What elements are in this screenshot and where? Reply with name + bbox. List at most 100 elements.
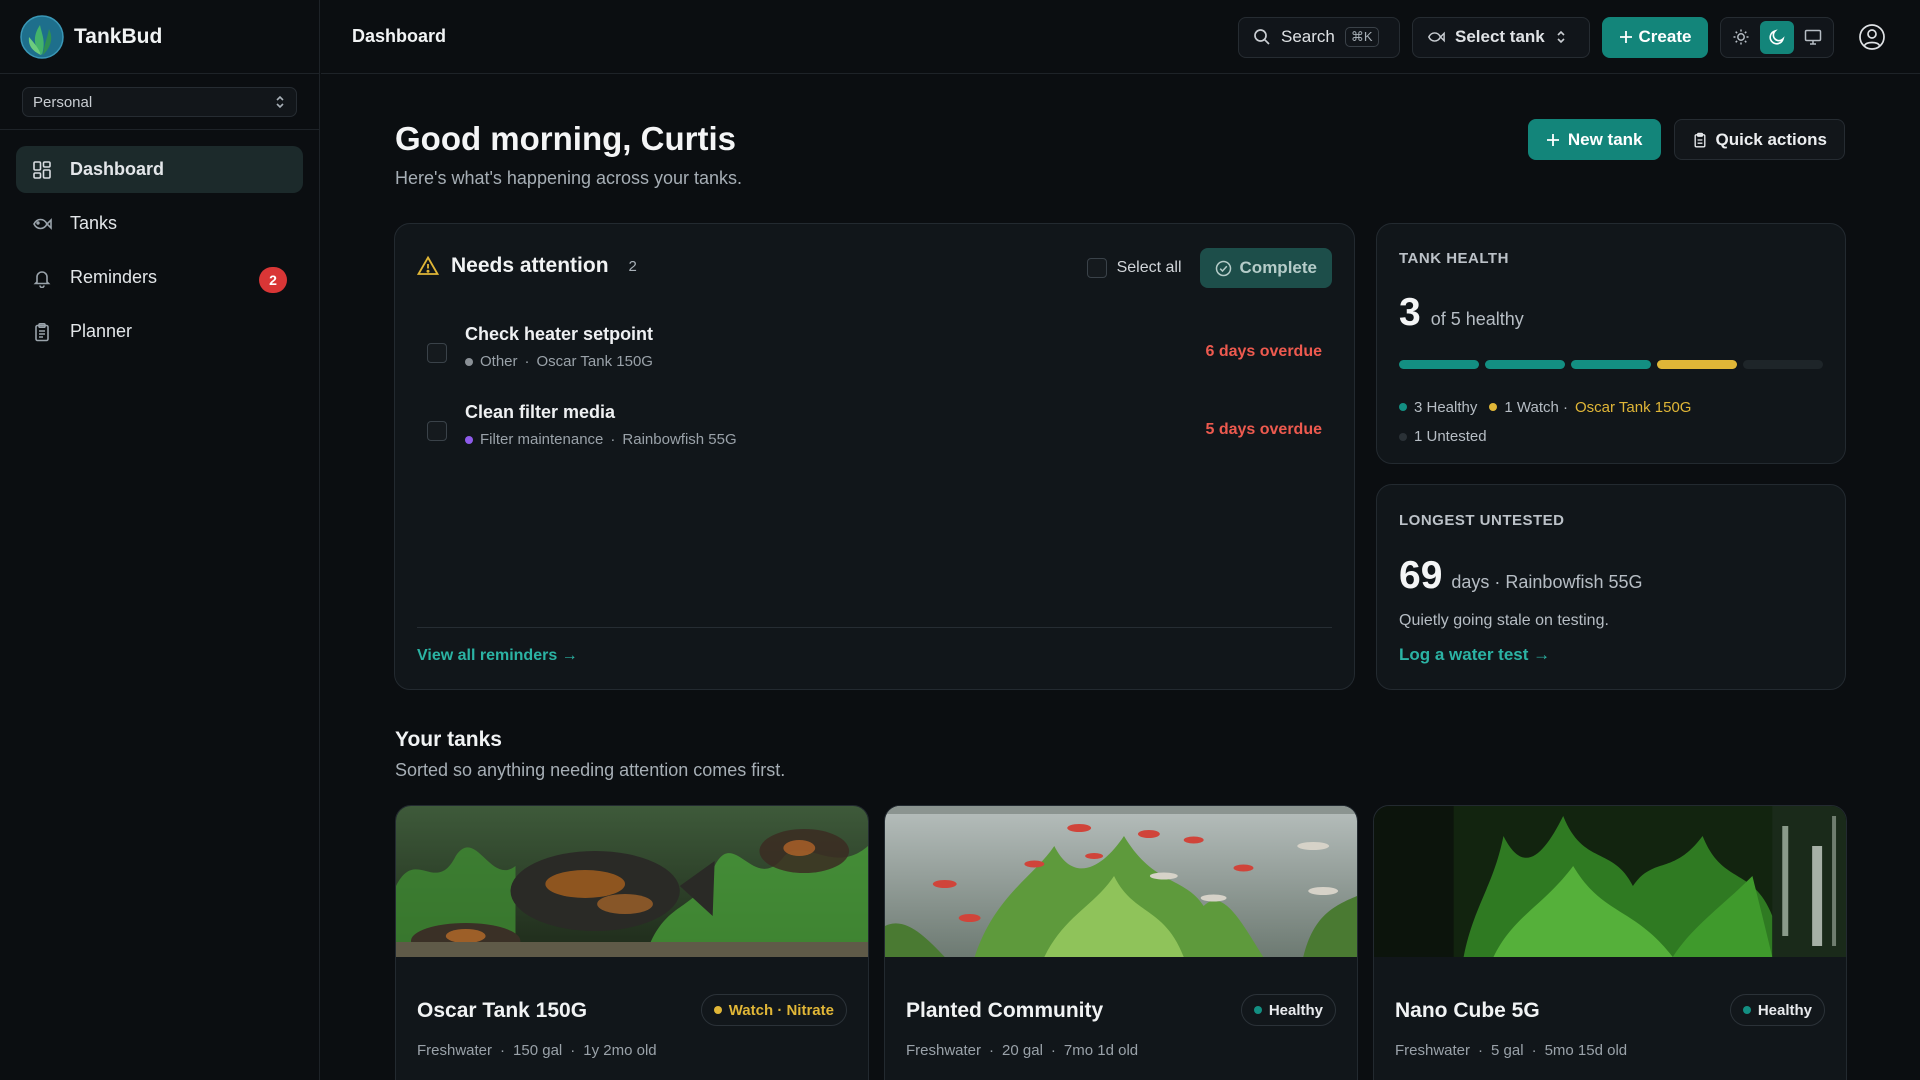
- tank-select[interactable]: Select tank: [1412, 16, 1590, 58]
- tankbud-logo-icon: [20, 14, 64, 59]
- dashboard-icon: [33, 160, 51, 179]
- reminder-due: 5 days overdue: [1205, 421, 1323, 438]
- tank-status: Healthy: [1757, 1001, 1812, 1019]
- reminder-due: 6 days overdue: [1205, 343, 1323, 360]
- log-water-test-link[interactable]: Log a water test →: [1399, 645, 1550, 665]
- category-dot: [465, 357, 473, 366]
- search-icon: [1254, 29, 1270, 45]
- tank-photo: [396, 806, 868, 957]
- legend-watch: 1 Watch ·: [1504, 398, 1569, 416]
- reminder-meta: Other · Oscar Tank 150G: [465, 353, 653, 370]
- healthy-count: 3: [1399, 291, 1421, 334]
- watch-dot: [1489, 403, 1498, 411]
- tank-status-badge: Watch · Nitrate: [700, 994, 847, 1026]
- tank-age: 1y 2mo old: [583, 1042, 657, 1059]
- moon-icon: [1769, 29, 1785, 45]
- clipboard-icon: [1694, 132, 1705, 147]
- longest-untested-card: Longest untested 69 days · Rainbowfish 5…: [1376, 484, 1846, 690]
- reminder-meta: Filter maintenance · Rainbowfish 55G: [465, 431, 737, 448]
- tank-status: Healthy: [1268, 1001, 1323, 1019]
- tank-age: 5mo 15d old: [1544, 1042, 1628, 1059]
- quick-actions-label: Quick actions: [1715, 129, 1827, 149]
- healthy-dot: [1399, 403, 1407, 411]
- reminder-checkbox[interactable]: [427, 343, 447, 363]
- check-circle-icon: [1215, 260, 1231, 276]
- your-tanks-title: Your tanks: [395, 728, 502, 751]
- view-all-reminders-link[interactable]: View all reminders →: [417, 647, 578, 665]
- account-button[interactable]: [1852, 17, 1892, 57]
- sidebar-item-label: Reminders: [70, 267, 158, 287]
- theme-dark-button[interactable]: [1760, 20, 1794, 54]
- plus-icon: [1546, 133, 1559, 146]
- search-button[interactable]: Search ⌘K: [1238, 16, 1400, 58]
- select-all-toggle[interactable]: Select all: [1086, 258, 1182, 278]
- sidebar-item-tanks[interactable]: Tanks: [16, 200, 303, 247]
- theme-system-button[interactable]: [1796, 21, 1830, 54]
- sidebar-item-dashboard[interactable]: Dashboard: [16, 146, 303, 193]
- watch-tank-link[interactable]: Oscar Tank 150G: [1575, 393, 1691, 422]
- health-segment-healthy: [1399, 360, 1479, 369]
- tank-name: Nano Cube 5G: [1395, 999, 1540, 1022]
- clipboard-icon: [35, 322, 49, 341]
- theme-switcher: [1720, 16, 1834, 58]
- sidebar: TankBud Personal Dashboard Tanks Reminde…: [0, 0, 320, 1080]
- untested-detail: days · Rainbowfish 55G: [1451, 572, 1643, 592]
- category-dot: [465, 435, 473, 444]
- health-segment-untested: [1743, 360, 1823, 369]
- create-label: Create: [1638, 27, 1692, 46]
- tank-status: Watch · Nitrate: [728, 1001, 834, 1019]
- reminder-row[interactable]: Check heater setpoint Other · Oscar Tank…: [427, 324, 1322, 384]
- search-shortcut: ⌘K: [1344, 27, 1379, 47]
- chevron-updown-icon: [1557, 30, 1565, 44]
- reminder-tank: Oscar Tank 150G: [536, 353, 653, 370]
- select-all-label: Select all: [1116, 259, 1182, 276]
- reminder-row[interactable]: Clean filter media Filter maintenance · …: [427, 402, 1322, 462]
- monitor-icon: [1804, 29, 1822, 45]
- sidebar-item-reminders[interactable]: Reminders 2: [16, 254, 303, 301]
- health-bar: [1399, 360, 1823, 369]
- healthy-of-total: of 5 healthy: [1430, 309, 1524, 329]
- quick-actions-button[interactable]: Quick actions: [1673, 119, 1845, 160]
- bell-icon: [33, 270, 51, 288]
- tank-card-oscar[interactable]: Oscar Tank 150G Watch · Nitrate Freshwat…: [395, 805, 869, 1080]
- select-all-checkbox[interactable]: [1086, 258, 1107, 278]
- new-tank-button[interactable]: New tank: [1527, 119, 1661, 160]
- reminder-category: Filter maintenance: [480, 431, 604, 448]
- tank-type: Freshwater: [417, 1042, 493, 1059]
- untested-note: Quietly going stale on testing.: [1399, 612, 1609, 629]
- tank-age: 7mo 1d old: [1063, 1042, 1139, 1059]
- create-button[interactable]: Create: [1602, 16, 1708, 58]
- workspace-label: Personal: [33, 93, 93, 111]
- sidebar-item-planner[interactable]: Planner: [16, 308, 303, 355]
- tank-status-badge: Healthy: [1729, 994, 1825, 1026]
- tank-photo: [885, 806, 1357, 957]
- longest-untested-label: Longest untested: [1399, 512, 1565, 529]
- tank-health-label: Tank health: [1399, 250, 1509, 267]
- greeting: Good morning, Curtis: [395, 120, 736, 157]
- sun-icon: [1733, 29, 1749, 45]
- health-segment-healthy: [1571, 360, 1651, 369]
- divider: [417, 627, 1332, 628]
- theme-light-button[interactable]: [1724, 21, 1758, 54]
- chevron-updown-icon: [276, 95, 284, 109]
- tank-photo: [1374, 806, 1846, 957]
- workspace-select[interactable]: Personal: [22, 87, 297, 117]
- needs-attention-card: Needs attention 2 Select all Complete Ch…: [394, 223, 1355, 690]
- status-dot: [1253, 1006, 1262, 1014]
- sidebar-item-label: Planner: [70, 321, 133, 341]
- reminder-checkbox[interactable]: [427, 421, 447, 441]
- fish-icon: [1427, 31, 1445, 43]
- complete-button[interactable]: Complete: [1199, 248, 1332, 288]
- status-dot: [1742, 1006, 1751, 1014]
- brand[interactable]: TankBud: [0, 0, 319, 74]
- sidebar-nav: Dashboard Tanks Reminders 2 Planner: [0, 130, 319, 378]
- sidebar-item-label: Dashboard: [70, 159, 165, 179]
- your-tanks-subtitle: Sorted so anything needing attention com…: [395, 760, 786, 780]
- tank-name: Planted Community: [906, 999, 1104, 1022]
- user-circle-icon: [1859, 24, 1885, 50]
- tank-meta: Freshwater · 5 gal · 5mo 15d old: [1395, 1042, 1628, 1059]
- tank-card-nano-cube[interactable]: Nano Cube 5G Healthy Freshwater · 5 gal · …: [1373, 805, 1847, 1080]
- tank-card-planted-community[interactable]: Planted Community Healthy Freshwater · 20…: [884, 805, 1358, 1080]
- tank-volume: 5 gal: [1491, 1042, 1524, 1059]
- reminder-title: Clean filter media: [465, 402, 616, 422]
